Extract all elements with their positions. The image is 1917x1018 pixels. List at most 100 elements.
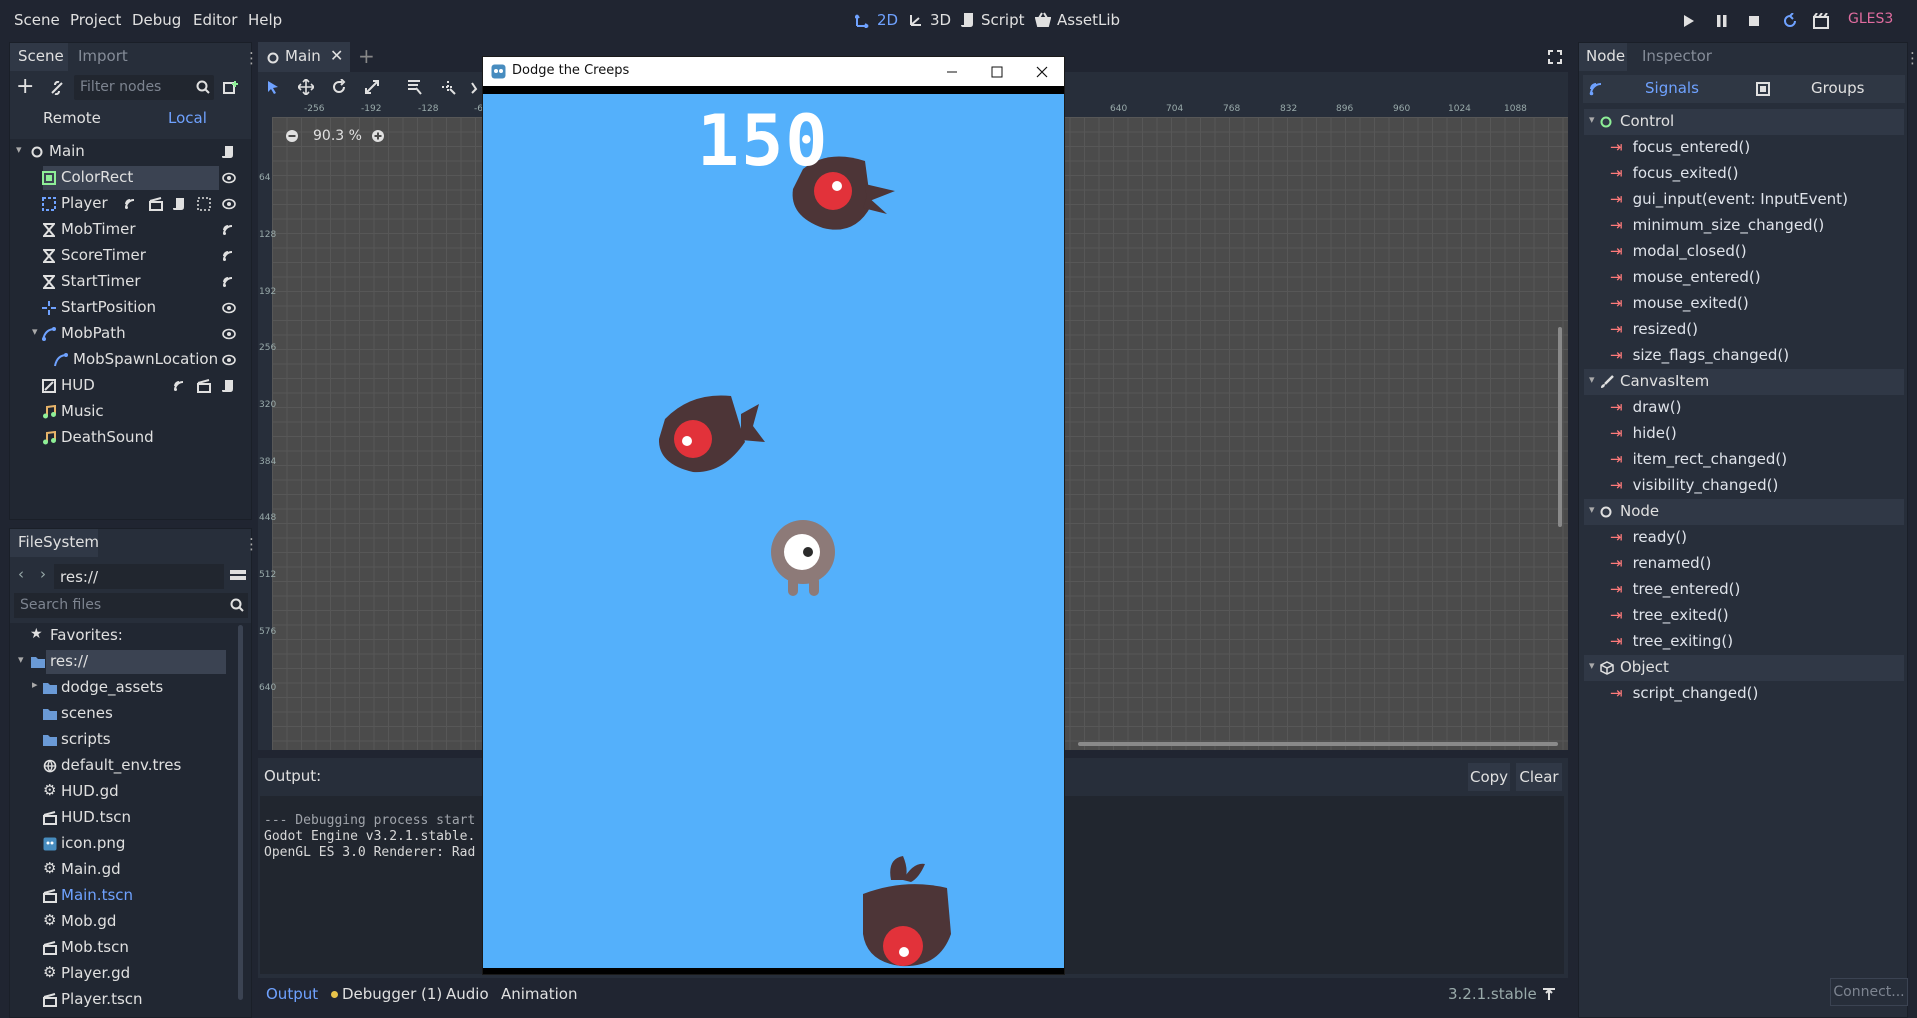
file-item-mob-gd[interactable]: ⚙ Mob.gd <box>10 909 240 935</box>
zoom-out-icon[interactable] <box>285 129 299 143</box>
tree-node-colorrect[interactable]: ColorRect <box>10 165 240 191</box>
menu-scene[interactable]: Scene <box>14 11 60 29</box>
tree-node-startposition[interactable]: StartPosition <box>10 295 240 321</box>
script-icon[interactable] <box>222 379 234 393</box>
file-item-player-gd[interactable]: ⚙ Player.gd <box>10 961 240 987</box>
tree-node-mobtimer[interactable]: MobTimer <box>10 217 240 243</box>
tree-node-main[interactable]: ▾ Main <box>10 139 240 165</box>
play-scene-icon[interactable] <box>1813 13 1829 29</box>
menu-debug[interactable]: Debug <box>132 11 181 29</box>
signal-item[interactable]: ⇥ item_rect_changed() <box>1610 450 1787 468</box>
clear-button[interactable]: Clear <box>1516 763 1562 791</box>
signal-icon[interactable] <box>222 276 234 288</box>
signal-item[interactable]: ⇥ focus_entered() <box>1610 138 1750 156</box>
filter-nodes-input[interactable]: Filter nodes <box>74 75 214 100</box>
signal-icon[interactable] <box>222 250 234 262</box>
signal-item[interactable]: ⇥ hide() <box>1610 424 1677 442</box>
eye-icon[interactable] <box>222 172 236 184</box>
tab-scene[interactable]: Scene <box>18 47 64 65</box>
file-item-icon-png[interactable]: icon.png <box>10 831 240 857</box>
tab-animation[interactable]: Animation <box>501 985 577 1003</box>
pin-panel-icon[interactable] <box>1542 987 1556 1001</box>
select-tool-icon[interactable] <box>266 80 280 94</box>
file-item-mob-tscn[interactable]: Mob.tscn <box>10 935 240 961</box>
signal-item[interactable]: ⇥ resized() <box>1610 320 1698 338</box>
mode-script-button[interactable]: Script <box>961 11 1025 29</box>
instance-scene-icon[interactable] <box>223 80 239 96</box>
menu-help[interactable]: Help <box>248 11 282 29</box>
file-item-dodge-assets[interactable]: ▸ dodge_assets <box>10 675 240 701</box>
signal-item[interactable]: ⇥ script_changed() <box>1610 684 1758 702</box>
dock-menu-icon[interactable]: ⋮ <box>244 535 259 553</box>
tree-node-player[interactable]: Player <box>10 191 240 217</box>
dock-menu-icon[interactable]: ⋮ <box>1905 49 1917 67</box>
play-icon[interactable] <box>1683 14 1695 28</box>
tree-node-mobpath[interactable]: ▾ MobPath <box>10 321 240 347</box>
search-files-input[interactable]: Search files <box>14 593 248 618</box>
minimize-icon[interactable] <box>946 67 958 77</box>
mode-2d-button[interactable]: 2D <box>855 11 898 29</box>
signal-item[interactable]: ⇥ tree_exited() <box>1610 606 1729 624</box>
script-icon[interactable] <box>173 197 185 211</box>
signal-item[interactable]: ⇥ gui_input(event: InputEvent) <box>1610 190 1848 208</box>
stop-icon[interactable] <box>1748 15 1760 27</box>
pause-icon[interactable] <box>1716 14 1728 28</box>
tab-audio[interactable]: Audio <box>446 985 489 1003</box>
file-item-main-gd[interactable]: ⚙ Main.gd <box>10 857 240 883</box>
signal-item[interactable]: ⇥ size_flags_changed() <box>1610 346 1789 364</box>
groups-tab[interactable]: Groups <box>1811 79 1864 97</box>
list-select-icon[interactable] <box>406 79 422 95</box>
tree-node-deathsound[interactable]: DeathSound <box>10 425 240 451</box>
tab-main[interactable]: Main ✕ <box>258 42 350 72</box>
renderer-selector[interactable]: GLES3 <box>1848 11 1893 27</box>
list-view-icon[interactable] <box>230 569 246 585</box>
tab-inspector[interactable]: Inspector <box>1642 47 1712 65</box>
signal-item[interactable]: ⇥ mouse_exited() <box>1610 294 1749 312</box>
copy-button[interactable]: Copy <box>1468 763 1510 791</box>
eye-icon[interactable] <box>222 198 236 210</box>
clapper-icon[interactable] <box>149 197 163 211</box>
maximize-icon[interactable] <box>991 66 1003 78</box>
tree-node-hud[interactable]: HUD <box>10 373 240 399</box>
file-item-hud-gd[interactable]: ⚙ HUD.gd <box>10 779 240 805</box>
clapper-icon[interactable] <box>197 379 211 393</box>
connect-button[interactable]: Connect... <box>1830 978 1908 1006</box>
file-item-player-tscn[interactable]: Player.tscn <box>10 987 240 1013</box>
eye-icon[interactable] <box>222 354 236 366</box>
file-item-res[interactable]: ▾ res:// <box>10 649 240 675</box>
tree-node-music[interactable]: Music <box>10 399 240 425</box>
script-icon[interactable] <box>222 145 234 159</box>
signal-item[interactable]: ⇥ minimum_size_changed() <box>1610 216 1824 234</box>
file-item-hud-tscn[interactable]: HUD.tscn <box>10 805 240 831</box>
signal-item[interactable]: ⇥ tree_entered() <box>1610 580 1740 598</box>
signal-item[interactable]: ⇥ mouse_entered() <box>1610 268 1761 286</box>
close-icon[interactable] <box>1036 66 1048 78</box>
game-canvas[interactable]: 150 <box>483 94 1064 968</box>
menu-editor[interactable]: Editor <box>193 11 237 29</box>
pan-tool-icon[interactable] <box>470 79 480 95</box>
file-item-default-env[interactable]: default_env.tres <box>10 753 240 779</box>
signal-item[interactable]: ⇥ renamed() <box>1610 554 1711 572</box>
tree-node-scoretimer[interactable]: ScoreTimer <box>10 243 240 269</box>
tab-output[interactable]: Output <box>266 985 318 1003</box>
signal-icon[interactable] <box>173 380 185 392</box>
scale-tool-icon[interactable] <box>364 79 380 95</box>
tree-node-starttimer[interactable]: StartTimer <box>10 269 240 295</box>
tab-import[interactable]: Import <box>78 47 128 65</box>
tree-node-mobspawnlocation[interactable]: MobSpawnLocation <box>10 347 240 373</box>
link-icon[interactable] <box>50 81 64 95</box>
zoom-level[interactable]: 90.3 % <box>313 128 362 144</box>
fullscreen-icon[interactable] <box>1548 50 1562 64</box>
pivot-tool-icon[interactable] <box>440 79 456 95</box>
signal-category-node[interactable]: ▾ Node <box>1584 499 1904 525</box>
signal-category-object[interactable]: ▾ Object <box>1584 655 1904 681</box>
remote-button[interactable]: Remote <box>43 109 101 127</box>
path-field[interactable]: res:// <box>54 564 224 589</box>
close-icon[interactable]: ✕ <box>330 46 343 65</box>
reload-icon[interactable] <box>1782 13 1798 29</box>
signal-category-canvasitem[interactable]: ▾ CanvasItem <box>1584 369 1904 395</box>
signals-tab[interactable]: Signals <box>1645 79 1699 97</box>
back-icon[interactable]: ‹ <box>18 565 24 583</box>
signal-item[interactable]: ⇥ tree_exiting() <box>1610 632 1733 650</box>
favorites-row[interactable]: ★ Favorites: <box>10 623 240 649</box>
